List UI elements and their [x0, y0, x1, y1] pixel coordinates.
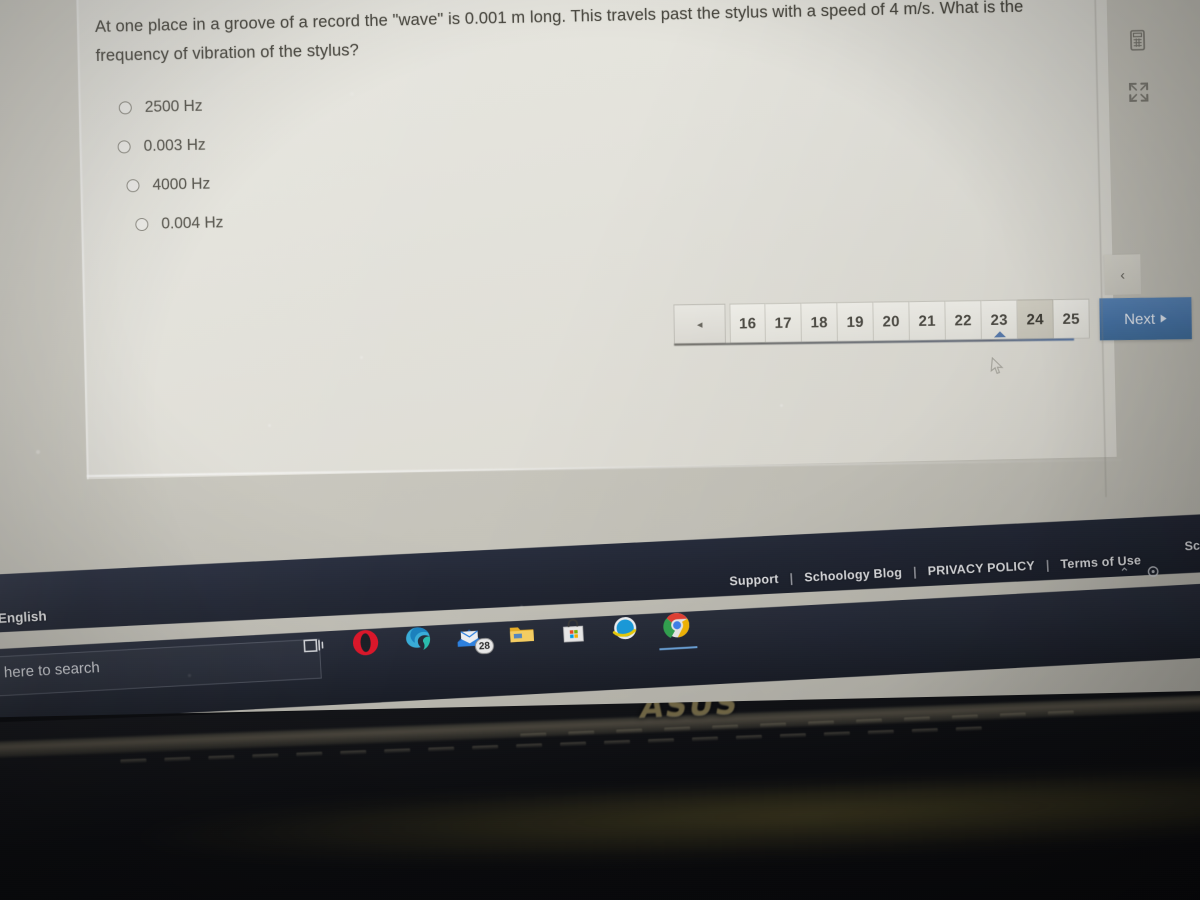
answer-option-label: 2500 Hz: [144, 97, 203, 116]
pagination-page-17[interactable]: 17: [765, 302, 802, 344]
pagination-page-22[interactable]: 22: [945, 300, 982, 341]
next-button[interactable]: Next: [1099, 297, 1192, 341]
footer-separator: |: [789, 571, 794, 586]
pagination[interactable]: ◂ 16 17 18 19 20 21 22 23 24 25 Next: [673, 297, 1192, 346]
pagination-page-16[interactable]: 16: [729, 303, 766, 344]
pagination-page-19[interactable]: 19: [837, 301, 874, 343]
pagination-page-25[interactable]: 25: [1053, 298, 1090, 340]
opera-icon[interactable]: [350, 627, 382, 659]
file-explorer-icon[interactable]: [506, 618, 538, 650]
pagination-page-24-active[interactable]: 24: [1017, 299, 1054, 340]
next-button-label: Next: [1124, 310, 1156, 328]
pagination-active-caret-icon: [993, 331, 1006, 338]
system-tray[interactable]: ⌃: [1119, 563, 1161, 581]
laptop-screen: At one place in a groove of a record the…: [0, 0, 1200, 718]
pagination-prev-button[interactable]: ◂: [673, 303, 726, 345]
mail-icon[interactable]: 28: [454, 621, 495, 655]
radio-button-icon[interactable]: [118, 101, 132, 115]
fullscreen-icon[interactable]: [1126, 80, 1151, 105]
show-hidden-icons-chevron-icon[interactable]: ⌃: [1119, 565, 1131, 582]
accessibility-tool-rail[interactable]: [1114, 0, 1161, 105]
answer-options-list: 2500 Hz 0.003 Hz 4000 Hz 0.004 Hz: [117, 78, 581, 244]
footer-separator: |: [912, 564, 918, 579]
calculator-icon[interactable]: [1125, 28, 1150, 53]
pagination-page-18[interactable]: 18: [801, 302, 838, 343]
radio-button-icon[interactable]: [126, 179, 140, 193]
pagination-page-20[interactable]: 20: [873, 301, 910, 342]
language-indicator[interactable]: English: [0, 608, 47, 626]
accessibility-icon[interactable]: [1124, 0, 1149, 1]
microsoft-store-icon[interactable]: [557, 615, 589, 647]
footer-link-support[interactable]: Support: [729, 572, 779, 589]
radio-button-icon[interactable]: [135, 217, 149, 232]
task-view-icon[interactable]: [298, 630, 330, 662]
answer-option-label: 0.003 Hz: [143, 136, 206, 155]
laptop-photo: ASUS At one place in a groove of a recor…: [0, 0, 1200, 900]
pagination-page-21[interactable]: 21: [909, 300, 946, 342]
rail-collapse-button[interactable]: ‹: [1104, 254, 1142, 296]
radio-button-icon[interactable]: [117, 140, 131, 154]
tray-status-icon[interactable]: [1146, 564, 1161, 579]
microsoft-edge-icon[interactable]: [402, 624, 434, 656]
google-chrome-icon[interactable]: [661, 609, 693, 641]
answer-option-label: 0.004 Hz: [161, 213, 224, 233]
footer-brand-label: Schoology: [1184, 536, 1200, 554]
mouse-cursor-icon: [990, 356, 1004, 375]
chevron-right-icon: [1161, 314, 1168, 323]
footer-separator: |: [1045, 557, 1050, 573]
answer-option-label: 4000 Hz: [152, 175, 211, 194]
internet-explorer-icon[interactable]: [609, 612, 641, 644]
